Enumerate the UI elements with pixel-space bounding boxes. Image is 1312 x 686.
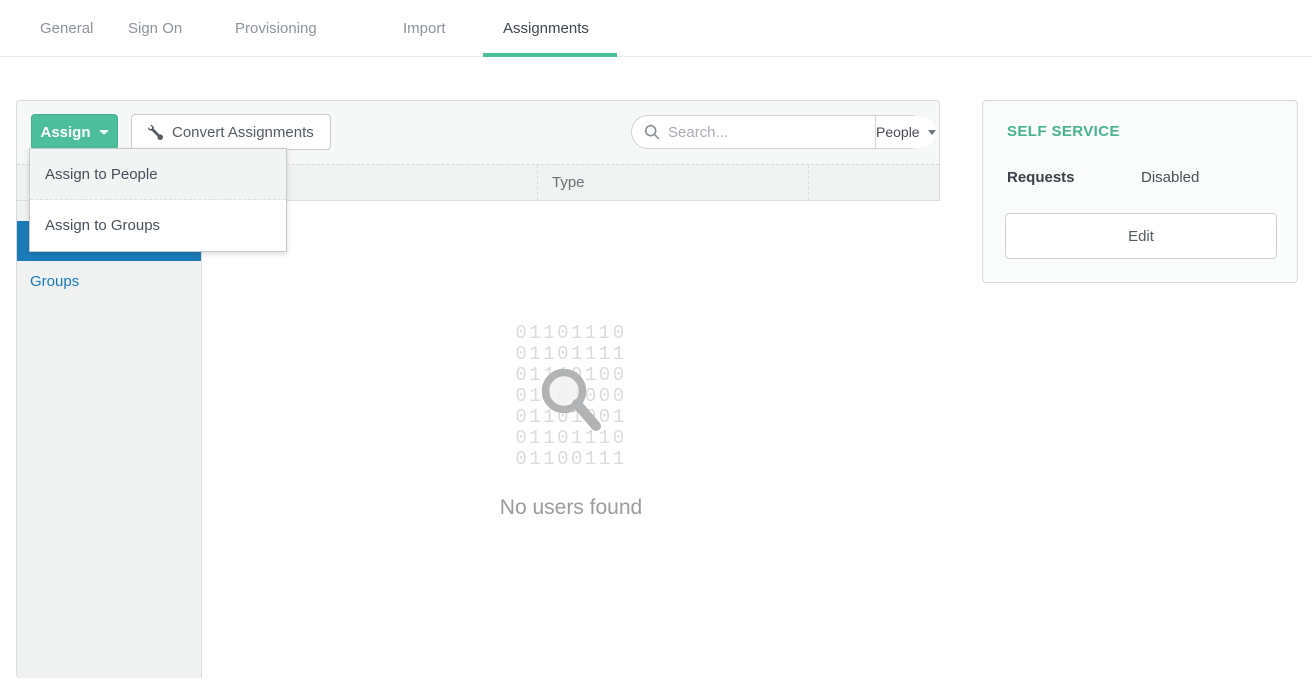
binary-row: 01101110 [515, 428, 626, 449]
menu-item-assign-to-people[interactable]: Assign to People [30, 149, 286, 200]
self-service-title: SELF SERVICE [1007, 123, 1120, 140]
assignments-empty-state: 01101110 01101111 01110100 01101000 0110… [202, 201, 940, 678]
binary-row: 01101110 [515, 323, 626, 344]
tab-assignments[interactable]: Assignments [503, 20, 589, 37]
edit-button[interactable]: Edit [1005, 213, 1277, 259]
assign-dropdown-menu: Assign to People Assign to Groups [29, 148, 287, 252]
convert-assignments-button[interactable]: Convert Assignments [131, 114, 331, 150]
search-icon [644, 124, 660, 140]
column-header-type[interactable]: Type [537, 165, 808, 200]
tab-general[interactable]: General [40, 20, 93, 37]
binary-row: 01100111 [515, 449, 626, 470]
search-control: People [631, 115, 927, 149]
requests-label: Requests [1007, 169, 1075, 186]
binary-row: 01101001 [515, 407, 626, 428]
search-scope-value: People [876, 124, 920, 140]
tab-import[interactable]: Import [403, 20, 446, 37]
binary-row: 01110100 [515, 365, 626, 386]
binary-row: 01101000 [515, 386, 626, 407]
search-scope-dropdown[interactable]: People [875, 116, 936, 148]
menu-item-assign-to-groups[interactable]: Assign to Groups [30, 200, 286, 251]
wrench-icon [148, 125, 163, 140]
search-input[interactable] [660, 124, 875, 141]
requests-status: Disabled [1141, 169, 1199, 186]
tab-sign-on[interactable]: Sign On [128, 20, 182, 37]
empty-state-message: No users found [202, 496, 940, 520]
assignments-side-nav: People Groups [17, 201, 202, 678]
empty-state-illustration: 01101110 01101111 01110100 01101000 0110… [515, 323, 626, 470]
binary-row: 01101111 [515, 344, 626, 365]
app-tabs: General Sign On Provisioning Import Assi… [0, 0, 1312, 57]
chevron-down-icon [99, 130, 109, 135]
search-box [632, 116, 875, 148]
assign-button-label: Assign [40, 124, 90, 141]
active-tab-indicator [483, 53, 617, 57]
self-service-panel: SELF SERVICE Requests Disabled Edit [982, 100, 1298, 283]
column-header-actions [808, 165, 939, 200]
tab-provisioning[interactable]: Provisioning [235, 20, 317, 37]
chevron-down-icon [928, 130, 936, 135]
sidebar-item-groups[interactable]: Groups [17, 261, 201, 301]
assign-button[interactable]: Assign [31, 114, 118, 150]
convert-assignments-label: Convert Assignments [172, 124, 314, 141]
sidebar-item-groups-label: Groups [30, 273, 79, 290]
